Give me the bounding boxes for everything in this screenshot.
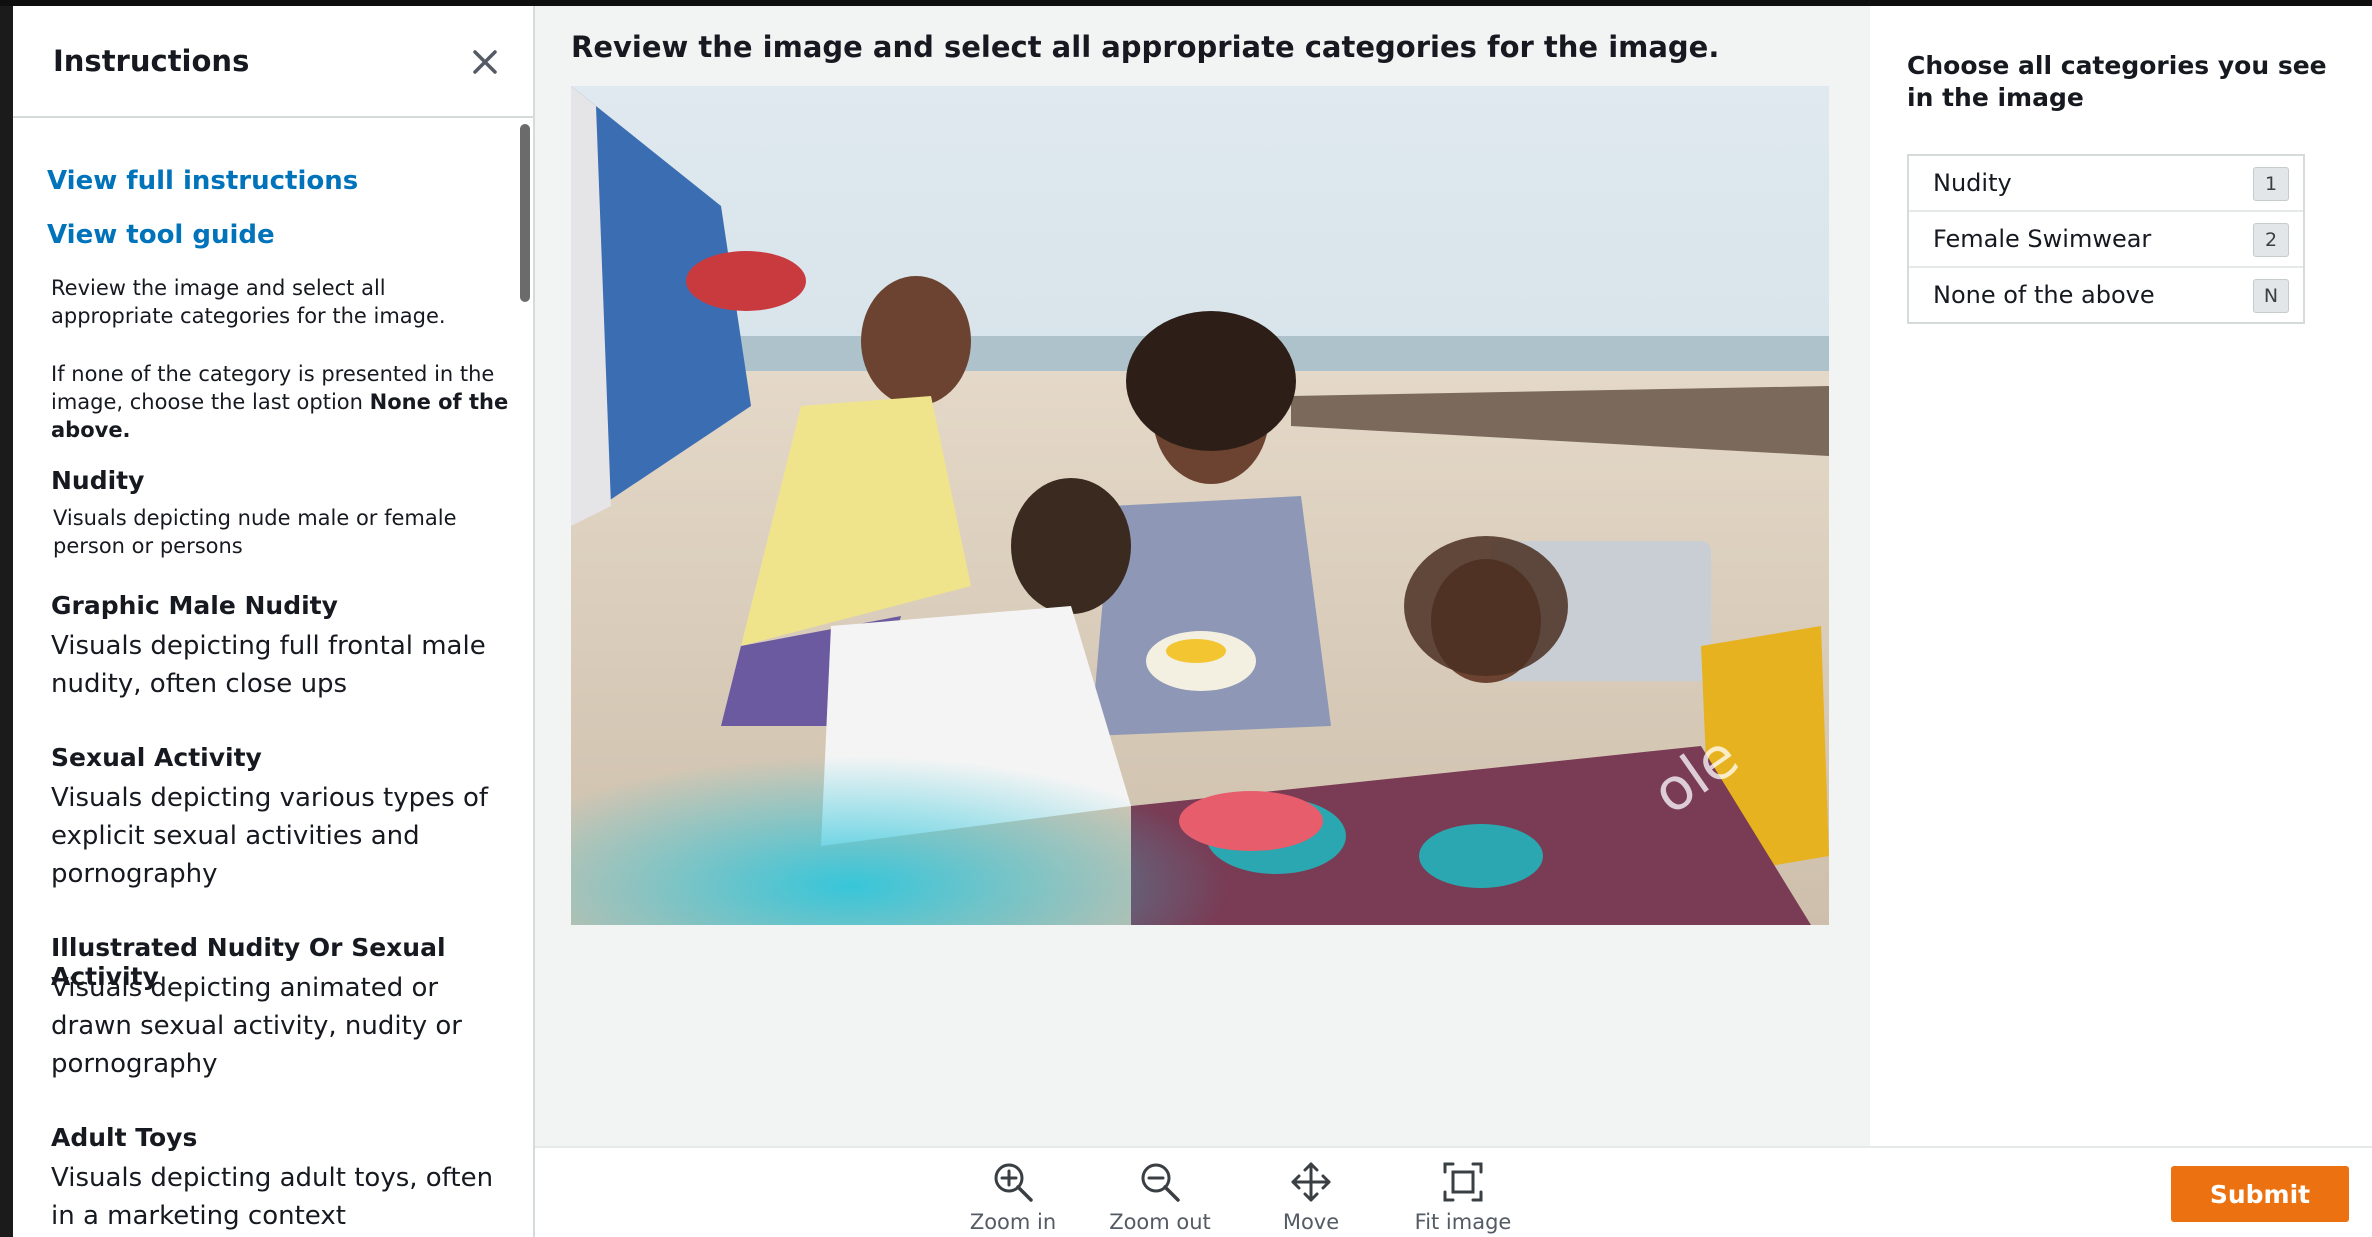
task-prompt: Review the image and select all appropri… bbox=[571, 30, 1720, 64]
instructions-header: Instructions bbox=[13, 6, 533, 118]
option-label: Nudity bbox=[1933, 169, 2012, 197]
category-desc-adult-toys: Visuals depicting adult toys, often in a… bbox=[51, 1163, 494, 1231]
option-female-swimwear[interactable]: Female Swimwear 2 bbox=[1909, 212, 2303, 268]
zoom-in-label: Zoom in bbox=[969, 1210, 1057, 1234]
labeling-app: Instructions View full instructions View… bbox=[13, 6, 2372, 1237]
zoom-out-label: Zoom out bbox=[1109, 1210, 1211, 1234]
shortcut-key-badge: N bbox=[2253, 279, 2289, 313]
fit-image-button[interactable]: Fit image bbox=[1393, 1160, 1533, 1234]
option-label: None of the above bbox=[1933, 281, 2155, 309]
zoom-in-icon bbox=[994, 1163, 1033, 1202]
fit-image-label: Fit image bbox=[1414, 1210, 1512, 1234]
move-label: Move bbox=[1282, 1210, 1340, 1234]
none-of-the-above-note: If none of the category is presented in … bbox=[51, 360, 511, 444]
instructions-title: Instructions bbox=[53, 44, 250, 78]
option-nudity[interactable]: Nudity 1 bbox=[1909, 156, 2303, 212]
fit-image-icon bbox=[1443, 1162, 1483, 1202]
close-icon[interactable] bbox=[465, 42, 505, 82]
instructions-intro: Review the image and select all appropri… bbox=[51, 276, 446, 328]
zoom-out-icon bbox=[1141, 1163, 1180, 1202]
category-title-nudity: Nudity bbox=[51, 466, 145, 495]
scrollbar-thumb[interactable] bbox=[520, 124, 530, 302]
zoom-out-button[interactable]: Zoom out bbox=[1090, 1160, 1230, 1234]
option-none-of-the-above[interactable]: None of the above N bbox=[1909, 268, 2303, 322]
instructions-panel: Instructions View full instructions View… bbox=[13, 6, 535, 1237]
image-toolbar: Zoom in Zoom out Move Fit image bbox=[535, 1146, 2372, 1237]
category-options: Nudity 1 Female Swimwear 2 None of the a… bbox=[1907, 154, 2305, 324]
review-image[interactable]: ole bbox=[571, 86, 1829, 925]
category-title-adult-toys: Adult Toys bbox=[51, 1123, 198, 1152]
move-button[interactable]: Move bbox=[1241, 1160, 1381, 1234]
submit-button[interactable]: Submit bbox=[2171, 1166, 2349, 1222]
view-full-instructions-link[interactable]: View full instructions bbox=[47, 166, 358, 196]
category-title-graphic-male-nudity: Graphic Male Nudity bbox=[51, 591, 338, 620]
option-label: Female Swimwear bbox=[1933, 225, 2152, 253]
move-icon bbox=[1291, 1162, 1331, 1202]
categories-panel: Choose all categories you see in the ima… bbox=[1870, 6, 2372, 1146]
beach-picnic-photo: ole bbox=[571, 86, 1829, 925]
instructions-body: View full instructions View tool guide R… bbox=[13, 118, 518, 1237]
view-tool-guide-link[interactable]: View tool guide bbox=[47, 220, 275, 250]
zoom-in-button[interactable]: Zoom in bbox=[943, 1160, 1083, 1234]
shortcut-key-badge: 2 bbox=[2253, 223, 2289, 257]
category-desc-illustrated-nudity: Visuals depicting animated or drawn sexu… bbox=[51, 973, 462, 1079]
category-title-sexual-activity: Sexual Activity bbox=[51, 743, 262, 772]
category-desc-sexual-activity: Visuals depicting various types of expli… bbox=[51, 783, 488, 889]
category-desc-nudity: Visuals depicting nude male or female pe… bbox=[53, 506, 457, 558]
categories-title: Choose all categories you see in the ima… bbox=[1907, 51, 2327, 112]
category-desc-graphic-male-nudity: Visuals depicting full frontal male nudi… bbox=[51, 631, 486, 699]
shortcut-key-badge: 1 bbox=[2253, 167, 2289, 201]
instructions-scrollbar[interactable] bbox=[517, 118, 533, 1237]
